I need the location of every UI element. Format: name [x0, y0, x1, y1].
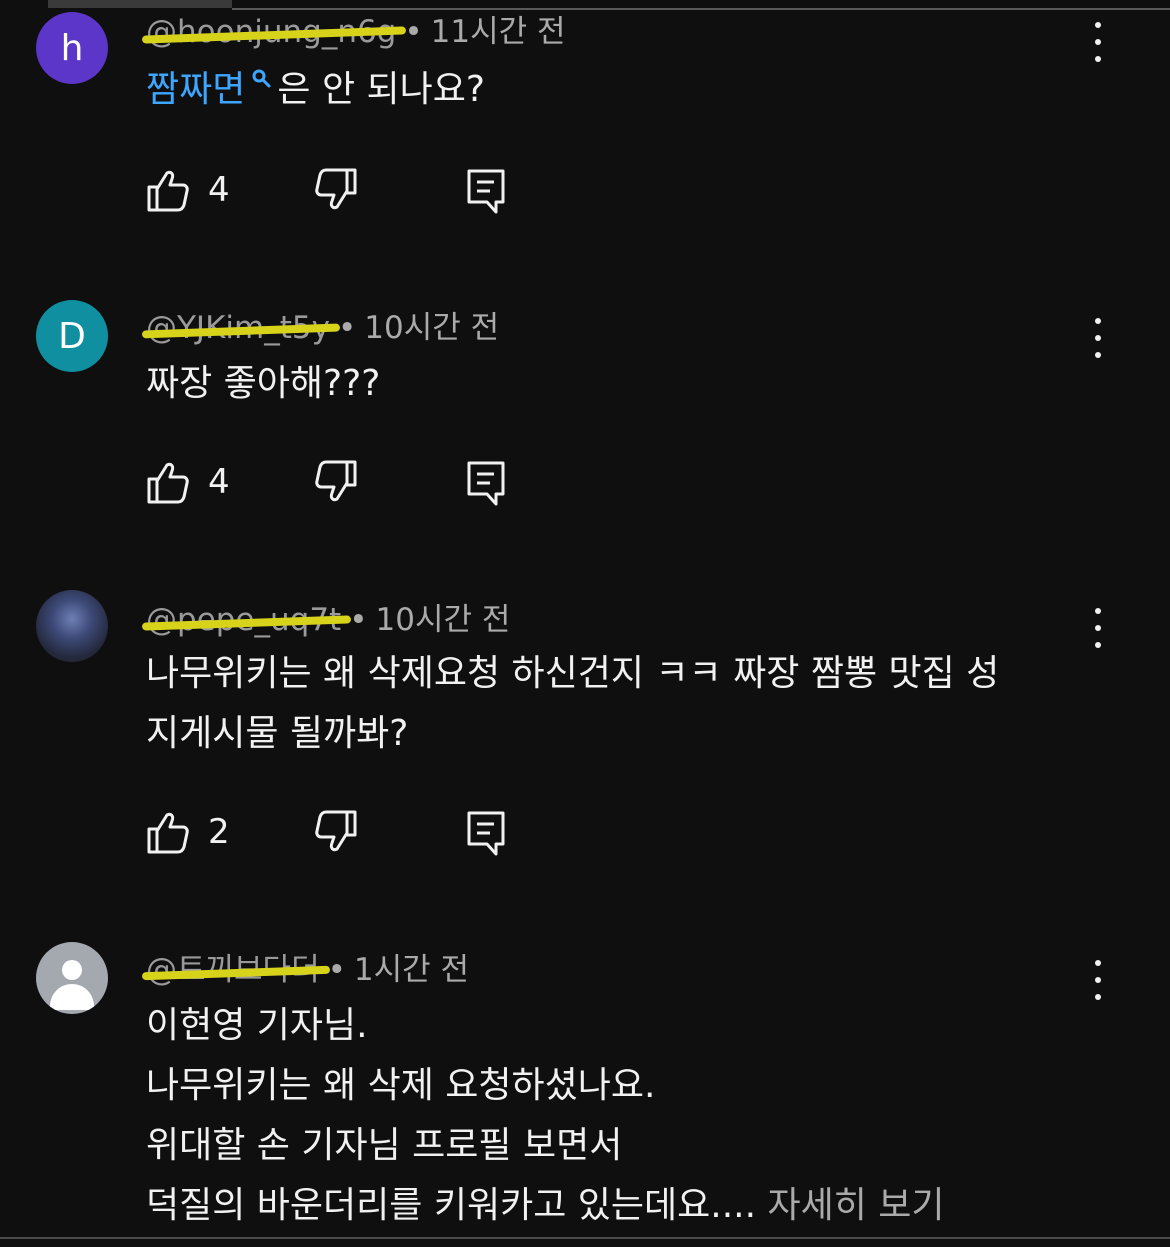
author-handle[interactable]: @YJKim_t5y [146, 310, 330, 346]
author-handle[interactable]: @hoonjung_n6g [146, 14, 396, 50]
comment-text: 짬짜면 은 안 되나요? [146, 69, 485, 110]
like-count: 2 [208, 812, 230, 852]
reply-icon [467, 169, 505, 214]
comment-time: 10시간 전 [364, 310, 500, 346]
comment-text: 짜장 좋아해??? [146, 363, 381, 404]
thumbs-down-icon [315, 168, 357, 210]
comment-text: 이현영 기자님. 나무위키는 왜 삭제 요청하셨나요. 위대할 손 기자님 프로… [146, 996, 1106, 1236]
thumbs-up-icon [147, 170, 189, 212]
reply-icon [467, 461, 505, 506]
divider [0, 1237, 1170, 1239]
search-icon [252, 69, 271, 88]
search-link[interactable]: 짬짜면 [146, 69, 277, 110]
like-button[interactable]: 2 [146, 810, 230, 854]
author-handle[interactable]: @pepe_uq7t [146, 602, 341, 638]
comment-meta: @토끼보다더 • 1시간 전 [146, 944, 469, 989]
author-handle[interactable]: @토끼보다더 [146, 952, 320, 988]
avatar[interactable] [36, 942, 108, 1014]
like-button[interactable]: 4 [146, 168, 230, 212]
comment-time: 11시간 전 [430, 14, 566, 50]
avatar[interactable]: h [36, 12, 108, 84]
comment-meta: @YJKim_t5y • 10시간 전 [146, 302, 499, 347]
comment-line: 이현영 기자님. [146, 1005, 368, 1046]
separator: • [337, 310, 357, 346]
dislike-button[interactable] [314, 168, 358, 212]
comment-line: 지게시물 될까봐? [146, 713, 409, 754]
thumbs-down-icon [315, 460, 357, 502]
avatar[interactable] [36, 590, 108, 662]
comment-text: 나무위키는 왜 삭제요청 하신건지 ㅋㅋ 짜장 짬뽕 맛집 성 지게시물 될까봐… [146, 644, 1106, 764]
avatar[interactable]: D [36, 300, 108, 372]
thumbs-up-icon [147, 812, 189, 854]
comment-meta: @hoonjung_n6g • 11시간 전 [146, 6, 566, 51]
separator: • [327, 952, 346, 988]
more-options-button[interactable] [1082, 608, 1114, 648]
like-count: 4 [208, 462, 230, 502]
read-more-link[interactable]: 자세히 보기 [767, 1185, 944, 1226]
thumbs-down-icon [315, 810, 357, 852]
reply-icon [467, 811, 505, 856]
comment-line: 위대할 손 기자님 프로필 보면서 [146, 1125, 623, 1166]
reply-button[interactable] [466, 168, 506, 214]
more-options-button[interactable] [1082, 22, 1114, 62]
separator: • [404, 14, 423, 50]
separator: • [349, 602, 368, 638]
comment-time: 10시간 전 [375, 602, 511, 638]
like-count: 4 [208, 170, 230, 210]
reply-button[interactable] [466, 810, 506, 856]
comment-meta: @pepe_uq7t • 10시간 전 [146, 594, 510, 639]
default-avatar-icon [62, 960, 82, 980]
comment-line: 나무위키는 왜 삭제요청 하신건지 ㅋㅋ 짜장 짬뽕 맛집 성 [146, 653, 1000, 694]
comment-line: 덕질의 바운더리를 키워카고 있는데요.... 자세히 보기 [146, 1185, 945, 1226]
more-options-button[interactable] [1082, 318, 1114, 358]
dislike-button[interactable] [314, 810, 358, 854]
more-options-button[interactable] [1082, 960, 1114, 1000]
comment-line: 나무위키는 왜 삭제 요청하셨나요. [146, 1065, 656, 1106]
comment-time: 1시간 전 [353, 952, 470, 988]
like-button[interactable]: 4 [146, 460, 230, 504]
thumbs-up-icon [147, 462, 189, 504]
dislike-button[interactable] [314, 460, 358, 504]
reply-button[interactable] [466, 460, 506, 506]
